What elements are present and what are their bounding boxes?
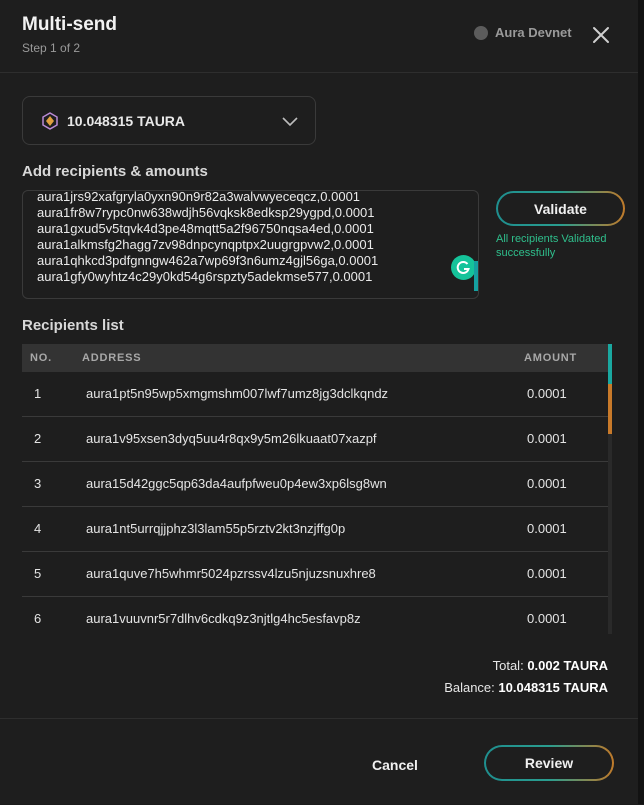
token-balance: 10.048315 TAURA <box>67 112 186 129</box>
recipients-text: aura1jrs92xafgryla0yxn90n9r82a3walvwyece… <box>37 190 379 285</box>
table-row: 5 aura1quve7h5whmr5024pzrssv4lzu5njuzsnu… <box>22 552 610 597</box>
table-row: 6 aura1vuuvnr5r7dlhv6cdkq9z3njtlg4hc5esf… <box>22 597 610 634</box>
row-amount: 0.0001 <box>527 386 567 401</box>
row-address: aura15d42ggc5qp63da4aufpfweu0p4ew3xp6lsg… <box>86 476 387 491</box>
recipients-table: NO. ADDRESS AMOUNT 1 aura1pt5n95wp5xmgms… <box>22 344 612 634</box>
balance-amount: Balance: 10.048315 TAURA <box>444 680 608 695</box>
aura-token-icon <box>42 111 58 130</box>
modal-footer: Cancel Review <box>0 718 638 805</box>
row-address: aura1pt5n95wp5xmgmshm007lwf7umz8jg3dclkq… <box>86 386 389 401</box>
row-amount: 0.0001 <box>527 521 567 536</box>
recipient-line: aura1alkmsfg2hagg7zv98dnpcynqptpx2uugrgp… <box>37 237 374 252</box>
column-header-amount: AMOUNT <box>524 352 578 364</box>
modal-header: Multi-send Step 1 of 2 Aura Devnet <box>0 0 638 73</box>
recipient-line: aura1fr8w7rypc0nw638wdjh56vqksk8edksp29y… <box>37 205 375 220</box>
row-amount: 0.0001 <box>527 566 567 581</box>
table-row: 1 aura1pt5n95wp5xmgmshm007lwf7umz8jg3dcl… <box>22 372 610 417</box>
row-number: 2 <box>34 431 42 446</box>
cancel-button[interactable]: Cancel <box>360 747 430 783</box>
multi-send-modal: Multi-send Step 1 of 2 Aura Devnet 10.04… <box>0 0 638 804</box>
review-button[interactable]: Review <box>484 745 614 781</box>
close-icon[interactable] <box>590 24 612 46</box>
network-label: Aura Devnet <box>495 25 572 40</box>
recipient-line: aura1gxud5v5tqvk4d3pe48mqtt5a2f96750nqsa… <box>37 221 374 236</box>
table-row: 4 aura1nt5urrqjjphz3l3lam55p5rztv2kt3nzj… <box>22 507 610 552</box>
chevron-down-icon <box>282 117 298 127</box>
network-status-icon <box>474 25 488 40</box>
balance-value: 10.048315 TAURA <box>498 680 608 695</box>
recipients-list-label: Recipients list <box>22 317 124 334</box>
row-amount: 0.0001 <box>527 431 567 446</box>
total-amount: Total: 0.002 TAURA <box>493 658 608 673</box>
table-scrollbar-thumb[interactable] <box>608 384 612 434</box>
recipient-line: aura1gfy0wyhtz4c29y0kd54g6rspzty5adekmse… <box>37 269 373 284</box>
validate-button[interactable]: Validate <box>496 191 625 226</box>
row-number: 5 <box>34 566 42 581</box>
page-edge <box>638 0 644 804</box>
row-amount: 0.0001 <box>527 476 567 491</box>
column-header-address: ADDRESS <box>82 352 142 364</box>
column-header-no: NO. <box>30 352 52 364</box>
token-select[interactable]: 10.048315 TAURA <box>22 96 316 145</box>
row-number: 6 <box>34 611 42 626</box>
row-address: aura1vuuvnr5r7dlhv6cdkq9z3njtlg4hc5esfav… <box>86 611 361 626</box>
row-number: 1 <box>34 386 42 401</box>
network-indicator: Aura Devnet <box>474 25 572 40</box>
grammarly-icon[interactable] <box>451 255 476 280</box>
row-number: 3 <box>34 476 42 491</box>
total-label: Total: <box>492 658 524 673</box>
table-row: 2 aura1v95xsen3dyq5uu4r8qx9y5m26lkuaat07… <box>22 417 610 462</box>
recipient-line: aura1jrs92xafgryla0yxn90n9r82a3walvwyece… <box>37 190 361 204</box>
table-header: NO. ADDRESS AMOUNT <box>22 344 612 372</box>
balance-label: Balance: <box>444 680 495 695</box>
recipients-input-label: Add recipients & amounts <box>22 163 208 180</box>
validation-message: All recipients Validated successfully <box>496 233 607 259</box>
recipient-line: aura1qhkcd3pdfgnngw462a7wp69f3n6umz4gjl5… <box>37 253 379 268</box>
table-scrollbar-top <box>608 344 612 384</box>
row-address: aura1quve7h5whmr5024pzrssv4lzu5njuzsnuxh… <box>86 566 376 581</box>
textarea-scrollbar[interactable] <box>474 261 478 291</box>
recipients-textarea[interactable]: aura1jrs92xafgryla0yxn90n9r82a3walvwyece… <box>22 190 479 299</box>
step-indicator: Step 1 of 2 <box>22 41 81 55</box>
row-number: 4 <box>34 521 42 536</box>
row-address: aura1v95xsen3dyq5uu4r8qx9y5m26lkuaat07xa… <box>86 431 377 446</box>
row-amount: 0.0001 <box>527 611 567 626</box>
row-address: aura1nt5urrqjjphz3l3lam55p5rztv2kt3nzjff… <box>86 521 346 536</box>
table-row: 3 aura15d42ggc5qp63da4aufpfweu0p4ew3xp6l… <box>22 462 610 507</box>
page-title: Multi-send <box>22 14 117 35</box>
total-value: 0.002 TAURA <box>527 658 608 673</box>
